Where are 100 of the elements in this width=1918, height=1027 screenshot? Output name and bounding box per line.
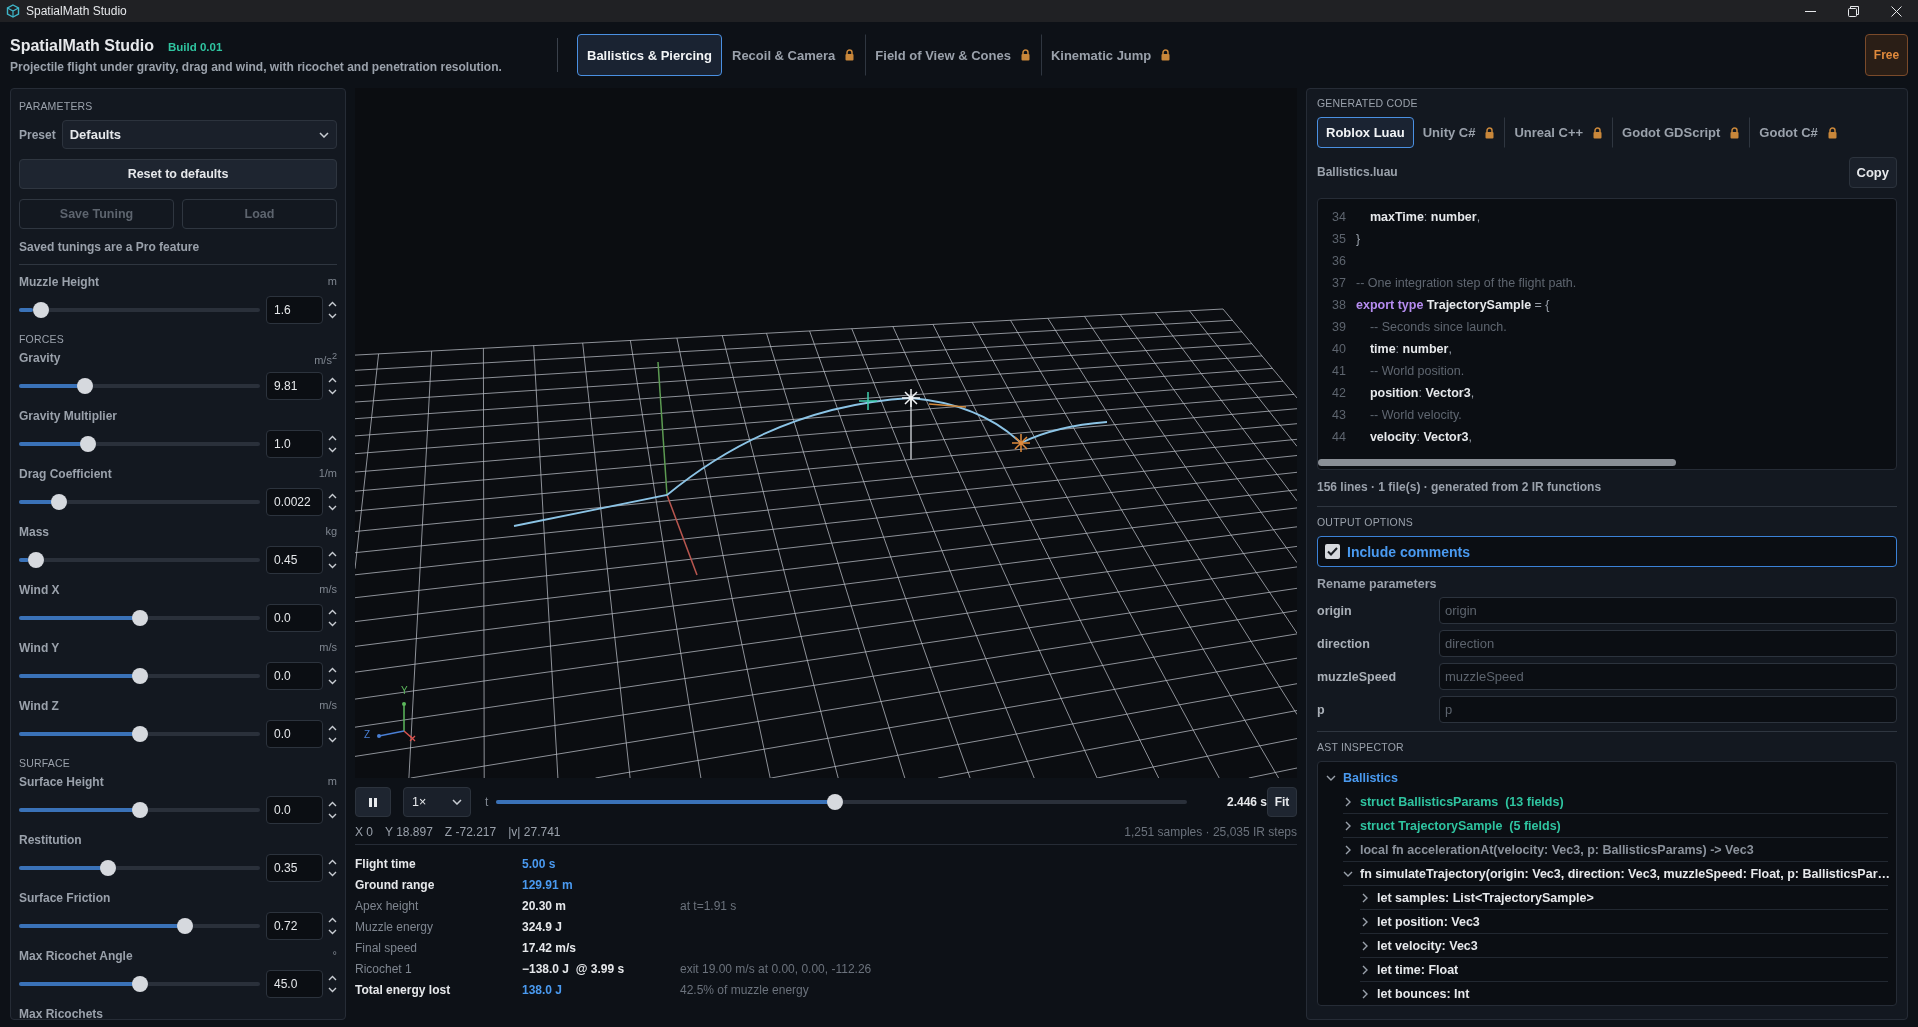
- number-field[interactable]: 1.0: [266, 430, 323, 458]
- tree-item[interactable]: fn simulateTrajectory(origin: Vec3, direction: Vec3, muzzleSpeed: Float, p: BallisticsPar…: [1343, 862, 1888, 886]
- slider-thumb[interactable]: [131, 668, 148, 684]
- number-field[interactable]: 0.72: [266, 912, 323, 940]
- chevron-up-icon[interactable]: [328, 975, 337, 981]
- tab[interactable]: Field of View & Cones: [865, 34, 1041, 76]
- chevron-up-icon[interactable]: [328, 917, 337, 923]
- rename-field[interactable]: direction: [1439, 630, 1897, 657]
- slider-thumb[interactable]: [28, 552, 44, 568]
- chevron-down-icon[interactable]: [328, 447, 337, 453]
- chevron-up-icon[interactable]: [328, 801, 337, 807]
- slider[interactable]: [19, 918, 260, 934]
- chevron-down-icon[interactable]: [1343, 870, 1353, 877]
- comments-toggle[interactable]: Include comments: [1317, 536, 1897, 567]
- chevron-up-icon[interactable]: [328, 859, 337, 865]
- tab[interactable]: Ballistics & Piercing: [577, 34, 722, 76]
- tab[interactable]: Unreal C++: [1504, 117, 1613, 148]
- tree-item[interactable]: let samples: List<TrajectorySample>: [1360, 886, 1888, 910]
- slider-thumb[interactable]: [131, 726, 148, 742]
- chevron-right-icon[interactable]: [1343, 844, 1353, 855]
- chevron-up-icon[interactable]: [328, 301, 337, 307]
- slider[interactable]: [19, 860, 260, 876]
- chevron-right-icon[interactable]: [1343, 820, 1353, 831]
- tab[interactable]: Kinematic Jump: [1040, 34, 1182, 76]
- tree-item[interactable]: let velocity: Vec3: [1360, 934, 1888, 958]
- copy-button[interactable]: Copy: [1848, 156, 1897, 188]
- tab[interactable]: Godot GDScript: [1612, 117, 1750, 148]
- number-field[interactable]: 0.45: [266, 546, 323, 574]
- chevron-right-icon[interactable]: [1360, 892, 1370, 903]
- number-field[interactable]: 1.6: [266, 296, 323, 324]
- slider[interactable]: [19, 494, 260, 510]
- slider[interactable]: [19, 976, 260, 992]
- number-field[interactable]: 45.0: [266, 970, 323, 998]
- number-field[interactable]: 0.0: [266, 604, 323, 632]
- chevron-up-icon[interactable]: [328, 493, 337, 499]
- tree-item[interactable]: struct BallisticsParams (13 fields): [1343, 790, 1888, 814]
- tab[interactable]: Unity C#: [1413, 117, 1505, 148]
- slider-thumb[interactable]: [131, 802, 148, 818]
- chevron-right-icon[interactable]: [1360, 964, 1370, 975]
- reset-button[interactable]: Reset to defaults: [19, 159, 337, 189]
- chevron-down-icon[interactable]: [328, 621, 337, 627]
- tab[interactable]: Godot C#: [1749, 117, 1847, 148]
- tree-item[interactable]: struct TrajectorySample (5 fields): [1343, 814, 1888, 838]
- chevron-down-icon[interactable]: [328, 987, 337, 993]
- chevron-right-icon[interactable]: [1343, 796, 1353, 807]
- chevron-right-icon[interactable]: [1360, 940, 1370, 951]
- slider[interactable]: [19, 378, 260, 394]
- slider[interactable]: [19, 436, 260, 452]
- tab[interactable]: Roblox Luau: [1317, 117, 1414, 148]
- chevron-down-icon[interactable]: [328, 813, 337, 819]
- slider-thumb[interactable]: [131, 610, 148, 626]
- scrollbar[interactable]: [1318, 459, 1677, 466]
- rename-field[interactable]: origin: [1439, 597, 1897, 624]
- slider-thumb[interactable]: [100, 860, 116, 876]
- speed-select[interactable]: 1×: [403, 787, 471, 817]
- chevron-down-icon[interactable]: [328, 505, 337, 511]
- pause-button[interactable]: [355, 787, 391, 817]
- slider-thumb[interactable]: [79, 436, 96, 452]
- slider[interactable]: [496, 794, 1187, 810]
- chevron-down-icon[interactable]: [328, 929, 337, 935]
- slider-thumb[interactable]: [32, 302, 49, 318]
- restore-icon[interactable]: [1848, 5, 1859, 17]
- slider-thumb[interactable]: [50, 494, 67, 510]
- chevron-up-icon[interactable]: [328, 377, 337, 383]
- number-field[interactable]: 9.81: [266, 372, 323, 400]
- tab[interactable]: Recoil & Camera: [722, 34, 866, 76]
- slider-thumb[interactable]: [826, 794, 843, 810]
- tree-item[interactable]: let time: Float: [1360, 958, 1888, 982]
- slider[interactable]: [19, 668, 260, 684]
- slider-thumb[interactable]: [131, 976, 148, 992]
- slider-thumb[interactable]: [176, 918, 193, 934]
- chevron-down-icon[interactable]: [328, 313, 337, 319]
- chevron-down-icon[interactable]: [328, 871, 337, 877]
- chevron-down-icon[interactable]: [328, 679, 337, 685]
- slider[interactable]: [19, 610, 260, 626]
- chevron-down-icon[interactable]: [328, 389, 337, 395]
- rename-field[interactable]: p: [1439, 696, 1897, 723]
- chevron-right-icon[interactable]: [1360, 916, 1370, 927]
- slider[interactable]: [19, 302, 260, 318]
- chevron-up-icon[interactable]: [328, 609, 337, 615]
- chevron-right-icon[interactable]: [1360, 988, 1370, 999]
- chevron-up-icon[interactable]: [328, 725, 337, 731]
- chevron-up-icon[interactable]: [328, 667, 337, 673]
- number-field[interactable]: 0.0: [266, 720, 323, 748]
- rename-field[interactable]: muzzleSpeed: [1439, 663, 1897, 690]
- number-field[interactable]: 0.35: [266, 854, 323, 882]
- tree-item[interactable]: let bounces: Int: [1360, 982, 1888, 1005]
- slider[interactable]: [19, 726, 260, 742]
- number-field[interactable]: 0.0: [266, 662, 323, 690]
- chevron-down-icon[interactable]: [328, 563, 337, 569]
- tree-item[interactable]: let position: Vec3: [1360, 910, 1888, 934]
- slider[interactable]: [19, 802, 260, 818]
- checkbox[interactable]: [1325, 544, 1340, 559]
- fit-button[interactable]: Fit: [1267, 787, 1297, 817]
- slider-thumb[interactable]: [77, 378, 94, 394]
- chevron-up-icon[interactable]: [328, 435, 337, 441]
- preset-select[interactable]: Defaults: [61, 120, 337, 149]
- plan-button[interactable]: Free: [1865, 34, 1908, 76]
- number-field[interactable]: 0.0: [266, 796, 323, 824]
- tree-item[interactable]: Ballistics: [1326, 766, 1888, 790]
